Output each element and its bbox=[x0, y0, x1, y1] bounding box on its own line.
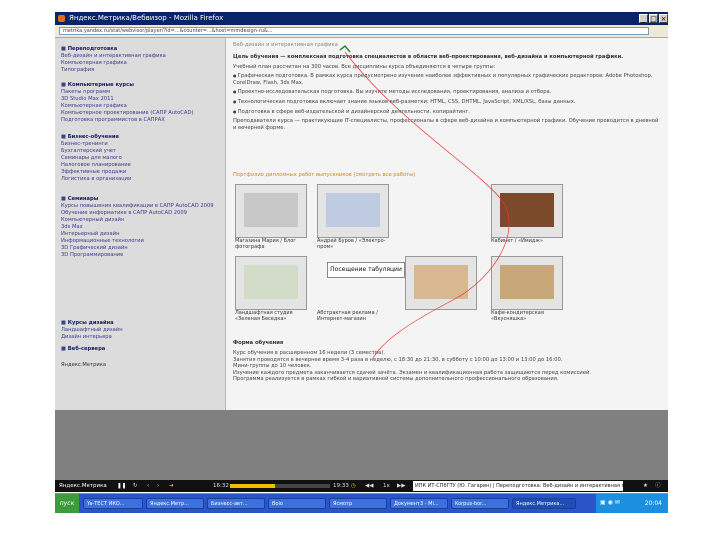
taskbar-item[interactable]: Ясмотр bbox=[329, 498, 387, 509]
taskbar-item[interactable]: Ya-ТЕСТ ИКО... bbox=[83, 498, 143, 509]
speed-label[interactable]: 1x bbox=[383, 480, 390, 492]
taskbar-item[interactable]: Документ3 - Mi... bbox=[390, 498, 448, 509]
webvisor-player: Яндекс.Метрика ❚❚ ↻ ‹ › ➜ 16:32 19:33 ◷ … bbox=[55, 480, 668, 492]
taskbar-item[interactable]: Bolo bbox=[268, 498, 326, 509]
taskbar-item-active[interactable]: Яндекс.Метрика... bbox=[512, 498, 576, 509]
cursor-marker bbox=[339, 44, 351, 53]
time-start: 16:32 bbox=[213, 483, 229, 489]
time-end: 19:33 bbox=[333, 483, 349, 489]
rewind-icon[interactable]: ◀◀ bbox=[365, 480, 373, 492]
progress-fill bbox=[230, 484, 275, 488]
trail-path bbox=[344, 51, 510, 359]
star-icon[interactable]: ★ bbox=[643, 480, 648, 492]
info-icon[interactable]: ⓘ bbox=[655, 480, 661, 492]
page-viewport: Переподготовка Веб-дизайн и интерактивна… bbox=[55, 38, 668, 410]
taskbar-item[interactable]: Korpus-bor... bbox=[451, 498, 509, 509]
clock-icon: ◷ bbox=[351, 483, 356, 489]
tray-icons[interactable]: ▣ ◉ ✉ bbox=[600, 499, 620, 506]
step-back-icon[interactable]: ‹ bbox=[147, 480, 149, 492]
address-bar: metrika.yandex.ru/stat/webvisor/player/?… bbox=[55, 25, 668, 38]
player-site: Яндекс.Метрика bbox=[59, 483, 107, 489]
taskbar: пуск Ya-ТЕСТ ИКО... Яндекс.Метр... Бизне… bbox=[55, 493, 668, 513]
maximize-button[interactable]: □ bbox=[649, 14, 658, 23]
pause-button[interactable]: ❚❚ bbox=[117, 480, 126, 492]
progress-track[interactable] bbox=[230, 484, 330, 488]
window-title: Яндекс.Метрика/Вебвизор - Mozilla Firefo… bbox=[69, 14, 224, 22]
page-selector[interactable]: ИПК ИТ-СПбГТУ (Ю. Гагарин) | Переподгото… bbox=[413, 481, 623, 491]
fast-forward-icon[interactable]: ▶▶ bbox=[397, 480, 405, 492]
mouse-trail bbox=[339, 44, 510, 359]
minimize-button[interactable]: _ bbox=[639, 14, 648, 23]
window-titlebar: Яндекс.Метрика/Вебвизор - Mozilla Firefo… bbox=[55, 12, 668, 25]
system-tray: ▣ ◉ ✉ 20:04 bbox=[596, 494, 668, 513]
replay-icon[interactable]: ↻ bbox=[133, 480, 138, 492]
step-forward-icon[interactable]: › bbox=[157, 480, 159, 492]
clock: 20:04 bbox=[644, 500, 662, 507]
skip-arrow-icon[interactable]: ➜ bbox=[169, 480, 174, 492]
firefox-icon bbox=[58, 15, 65, 22]
taskbar-item[interactable]: Яндекс.Метр... bbox=[146, 498, 204, 509]
close-button[interactable]: × bbox=[659, 14, 668, 23]
url-input[interactable]: metrika.yandex.ru/stat/webvisor/player/?… bbox=[59, 27, 649, 35]
start-button[interactable]: пуск bbox=[55, 494, 79, 513]
taskbar-item[interactable]: Бизнесс-авт... bbox=[207, 498, 265, 509]
player-backdrop bbox=[55, 410, 668, 480]
